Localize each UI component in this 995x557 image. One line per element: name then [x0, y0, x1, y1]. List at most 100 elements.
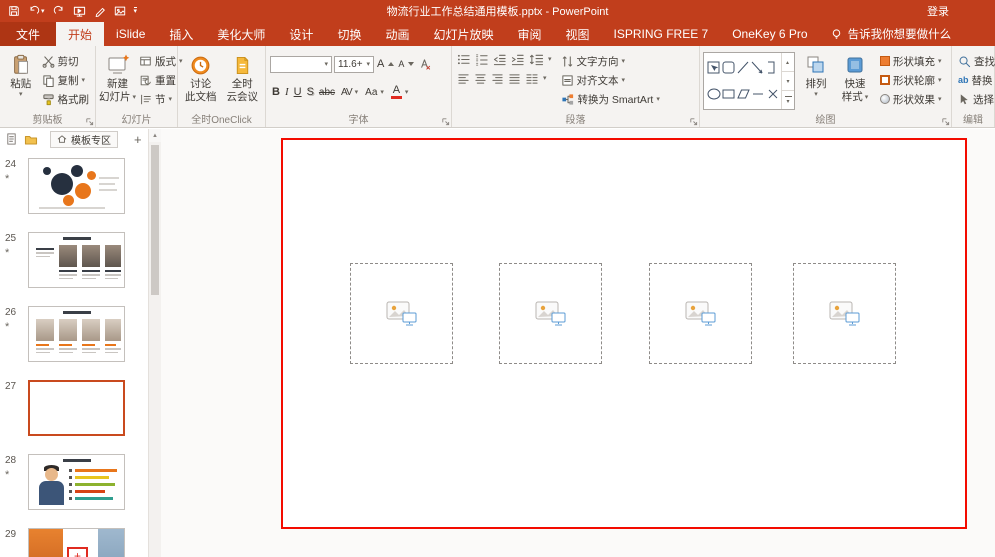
- bold-button[interactable]: B: [272, 86, 280, 98]
- font-dialog-launcher[interactable]: [441, 117, 450, 126]
- align-center-button[interactable]: [474, 73, 487, 85]
- redo-button[interactable]: [53, 5, 65, 17]
- picture-placeholder-3[interactable]: [649, 263, 752, 364]
- paste-button[interactable]: 粘贴 ▾: [3, 50, 39, 112]
- scrollbar-thumb[interactable]: [151, 145, 159, 295]
- select-button[interactable]: 选择 ▾: [955, 90, 991, 108]
- slide-29-thumbnail[interactable]: +: [28, 528, 125, 557]
- ribbon: 粘贴 ▾ 剪切 复制 ▾ 格式刷 剪贴板: [0, 46, 995, 128]
- font-name-combo[interactable]: ▾: [270, 56, 332, 73]
- thumbnail-scrollbar[interactable]: ▲: [148, 129, 161, 557]
- format-painter-button[interactable]: 格式刷: [39, 90, 93, 108]
- text-shadow-button[interactable]: S: [307, 86, 314, 98]
- decrease-indent-button[interactable]: [493, 53, 507, 66]
- picture-placeholder-icon: [828, 300, 862, 328]
- shapes-scroll-up-button[interactable]: ▾: [782, 53, 794, 72]
- slide-24-thumbnail[interactable]: [28, 158, 125, 214]
- shapes-gallery[interactable]: ▾ ▾ ▾: [703, 52, 795, 110]
- save-button[interactable]: [8, 5, 20, 17]
- tab-insert[interactable]: 插入: [157, 22, 205, 46]
- shapes-gallery-more-button[interactable]: ▾: [782, 91, 794, 109]
- new-document-icon[interactable]: [5, 132, 18, 146]
- picture-placeholder-1[interactable]: [350, 263, 453, 364]
- undo-dropdown-arrow[interactable]: ▾: [41, 8, 45, 15]
- tab-animations[interactable]: 动画: [373, 22, 421, 46]
- slide-28-number: 28 *: [0, 454, 28, 510]
- new-slide-button[interactable]: 新建 幻灯片▾: [99, 50, 136, 112]
- tab-ispring[interactable]: ISPRING FREE 7: [602, 22, 721, 46]
- document-tab-bar: 模板专区 +: [0, 129, 148, 149]
- cut-button[interactable]: 剪切: [39, 52, 93, 70]
- customize-qat-button[interactable]: ▾: [134, 7, 138, 15]
- insert-picture-button[interactable]: [114, 5, 126, 17]
- tab-view[interactable]: 视图: [554, 22, 602, 46]
- discuss-document-button[interactable]: 讨论 此文档: [181, 50, 221, 112]
- shapes-scroll-down-button[interactable]: ▾: [782, 72, 794, 91]
- copy-button[interactable]: 复制 ▾: [39, 71, 93, 89]
- increase-indent-button[interactable]: [511, 53, 525, 66]
- tell-me-box[interactable]: 告诉我你想要做什么: [820, 22, 962, 46]
- shrink-font-button[interactable]: A: [397, 55, 415, 73]
- align-right-button[interactable]: [491, 73, 504, 85]
- align-text-button[interactable]: 对齐文本 ▾: [558, 71, 663, 89]
- arrange-button[interactable]: 排列 ▾: [799, 50, 833, 112]
- tab-transitions[interactable]: 切换: [325, 22, 373, 46]
- quick-styles-button[interactable]: 快速 样式▾: [837, 50, 873, 112]
- convert-to-smartart-button[interactable]: 转换为 SmartArt ▾: [558, 90, 663, 108]
- slide-26-thumbnail[interactable]: [28, 306, 125, 362]
- columns-button[interactable]: [525, 73, 539, 85]
- underline-button[interactable]: U: [294, 86, 302, 98]
- shape-effects-icon: [880, 94, 890, 104]
- slide-28-thumbnail[interactable]: [28, 454, 125, 510]
- character-spacing-button[interactable]: AV▾: [340, 83, 359, 101]
- tab-islide[interactable]: iSlide: [104, 22, 157, 46]
- grow-font-button[interactable]: A: [376, 55, 395, 73]
- shape-fill-button[interactable]: 形状填充 ▾: [877, 52, 945, 70]
- replace-button[interactable]: ab 替换 ▾: [955, 71, 991, 89]
- shapes-gallery-rows[interactable]: [706, 54, 782, 108]
- text-direction-button[interactable]: 文字方向 ▾: [558, 52, 663, 70]
- undo-button[interactable]: ▾: [28, 5, 45, 17]
- align-left-button[interactable]: [457, 73, 470, 85]
- tab-slideshow[interactable]: 幻灯片放映: [421, 22, 505, 46]
- work-area: 模板专区 + 24 *: [0, 129, 995, 557]
- tab-file[interactable]: 文件: [0, 22, 56, 46]
- scrollbar-up-button[interactable]: ▲: [149, 129, 161, 142]
- slide-25-thumbnail[interactable]: [28, 232, 125, 288]
- current-slide[interactable]: [281, 138, 967, 529]
- tab-design[interactable]: 设计: [277, 22, 325, 46]
- strikethrough-button[interactable]: abc: [319, 87, 335, 98]
- change-case-button[interactable]: Aa▾: [364, 83, 385, 101]
- add-tab-button[interactable]: +: [134, 133, 142, 146]
- tab-onekey[interactable]: OneKey 6 Pro: [720, 22, 819, 46]
- template-zone-tab[interactable]: 模板专区: [50, 131, 118, 148]
- drawing-dialog-launcher[interactable]: [941, 117, 950, 126]
- line-spacing-button[interactable]: [529, 53, 544, 66]
- clipboard-dialog-launcher[interactable]: [85, 117, 94, 126]
- ribbon-group-clipboard: 粘贴 ▾ 剪切 复制 ▾ 格式刷 剪贴板: [0, 46, 96, 127]
- sign-in-link[interactable]: 登录: [927, 3, 995, 19]
- italic-button[interactable]: I: [285, 86, 289, 98]
- picture-placeholder-2[interactable]: [499, 263, 602, 364]
- shape-effects-button[interactable]: 形状效果 ▾: [877, 90, 945, 108]
- font-size-combo[interactable]: 11.6+▾: [334, 56, 374, 73]
- cloud-meeting-button[interactable]: 全时 云会议: [223, 50, 263, 112]
- slide-27-thumbnail-selected[interactable]: [28, 380, 125, 436]
- bullets-button[interactable]: [457, 53, 471, 66]
- shape-outline-button[interactable]: 形状轮廓 ▾: [877, 71, 945, 89]
- tab-meihuadashi[interactable]: 美化大师: [205, 22, 277, 46]
- tab-home[interactable]: 开始: [56, 22, 104, 46]
- start-slideshow-button[interactable]: [73, 5, 86, 18]
- find-button[interactable]: 查找: [955, 52, 991, 70]
- paragraph-dialog-launcher[interactable]: [689, 117, 698, 126]
- animation-star: *: [5, 321, 28, 333]
- slide-24-number: 24 *: [0, 158, 28, 214]
- picture-placeholder-4[interactable]: [793, 263, 896, 364]
- tab-review[interactable]: 审阅: [505, 22, 553, 46]
- font-color-button[interactable]: A ▾: [390, 83, 410, 101]
- open-folder-icon[interactable]: [24, 133, 38, 146]
- clear-formatting-button[interactable]: [417, 55, 432, 73]
- draw-pen-button[interactable]: [94, 5, 106, 17]
- justify-button[interactable]: [508, 73, 521, 85]
- numbering-button[interactable]: [475, 53, 489, 66]
